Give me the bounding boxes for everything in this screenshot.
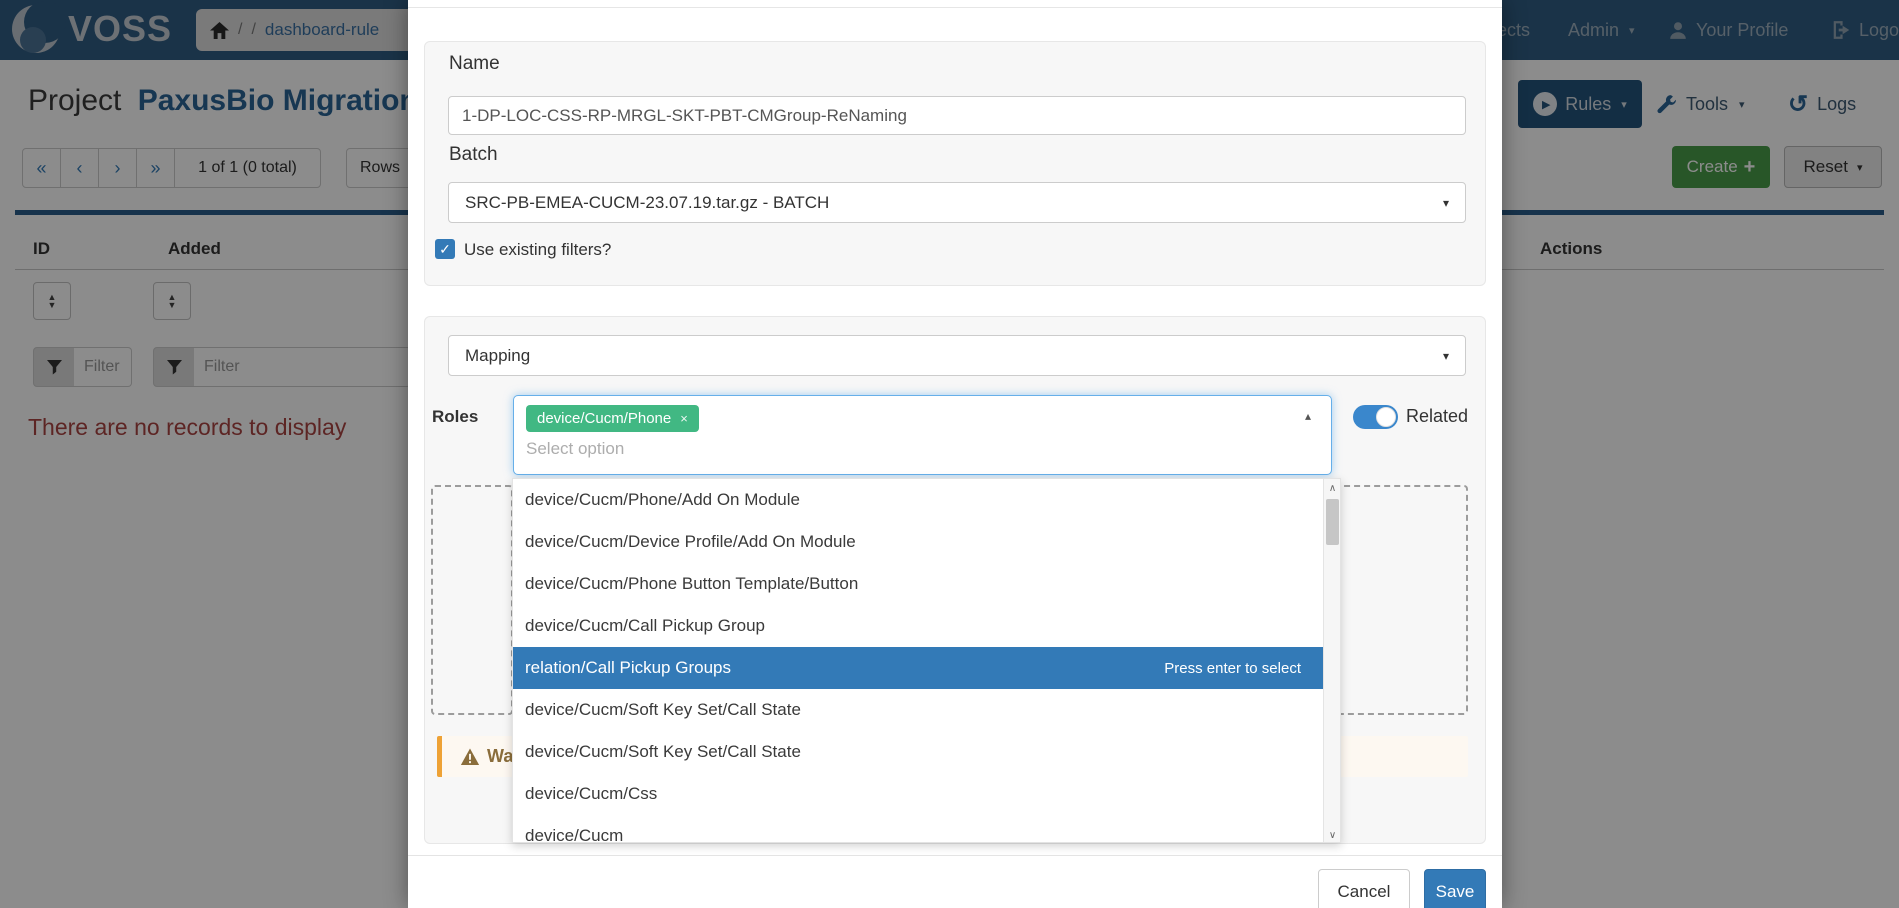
scroll-down-icon[interactable]: ∨ [1324,826,1341,843]
drop-zone-left [431,485,513,715]
dropdown-option[interactable]: device/Cucm/Device Profile/Add On Module [513,521,1325,563]
dropdown-option[interactable]: device/Cucm/Phone/Add On Module [513,479,1325,521]
chevron-down-icon: ▾ [1443,349,1449,363]
use-existing-filters-checkbox[interactable]: ✓ [435,239,455,259]
name-input[interactable] [448,96,1466,135]
related-toggle[interactable] [1353,405,1398,429]
dropdown-option[interactable]: device/Cucm/Soft Key Set/Call State [513,731,1325,773]
dropdown-option[interactable]: device/Cucm/Call Pickup Group [513,605,1325,647]
toggle-knob [1376,407,1396,427]
batch-label: Batch [449,144,498,166]
selected-role-tag: device/Cucm/Phone × [526,405,699,432]
warning-text: Wa [487,746,513,767]
dropdown-scrollbar[interactable]: ∧ ∨ [1323,479,1340,843]
edit-rule-modal: Name Batch SRC-PB-EMEA-CUCM-23.07.19.tar… [408,0,1502,908]
roles-label: Roles [432,407,478,427]
dropdown-option[interactable]: device/Cucm [513,815,1325,843]
batch-select[interactable]: SRC-PB-EMEA-CUCM-23.07.19.tar.gz - BATCH… [448,182,1466,223]
use-existing-filters-label: Use existing filters? [464,240,611,260]
dropdown-option[interactable]: device/Cucm/Soft Key Set/Call State [513,689,1325,731]
press-enter-hint: Press enter to select [1164,660,1301,677]
dropdown-option[interactable]: device/Cucm/Phone Button Template/Button [513,563,1325,605]
roles-dropdown: device/Cucm/Phone/Add On Moduledevice/Cu… [512,478,1341,843]
scrollbar-thumb[interactable] [1326,499,1339,545]
chevron-down-icon: ▾ [1443,196,1449,210]
dropdown-option[interactable]: device/Cucm/Css [513,773,1325,815]
chevron-up-icon: ▴ [1305,409,1311,423]
drop-zone-right [1320,485,1468,715]
screen: VOSS / / dashboard-rule Projects Admin ▾… [0,0,1899,908]
related-label: Related [1406,406,1468,427]
modal-footer-divider [408,855,1502,856]
remove-tag-icon[interactable]: × [680,411,688,426]
cancel-button[interactable]: Cancel [1318,869,1410,908]
mapping-select[interactable]: Mapping ▾ [448,335,1466,376]
save-button[interactable]: Save [1424,869,1486,908]
dropdown-option[interactable]: relation/Call Pickup GroupsPress enter t… [513,647,1325,689]
warning-icon [460,748,480,766]
roles-select-placeholder: Select option [526,439,624,459]
check-icon: ✓ [439,241,451,258]
name-label: Name [449,53,500,75]
roles-dropdown-options: device/Cucm/Phone/Add On Moduledevice/Cu… [513,479,1325,843]
scroll-up-icon[interactable]: ∧ [1324,479,1341,497]
modal-header-edge [408,0,1502,8]
